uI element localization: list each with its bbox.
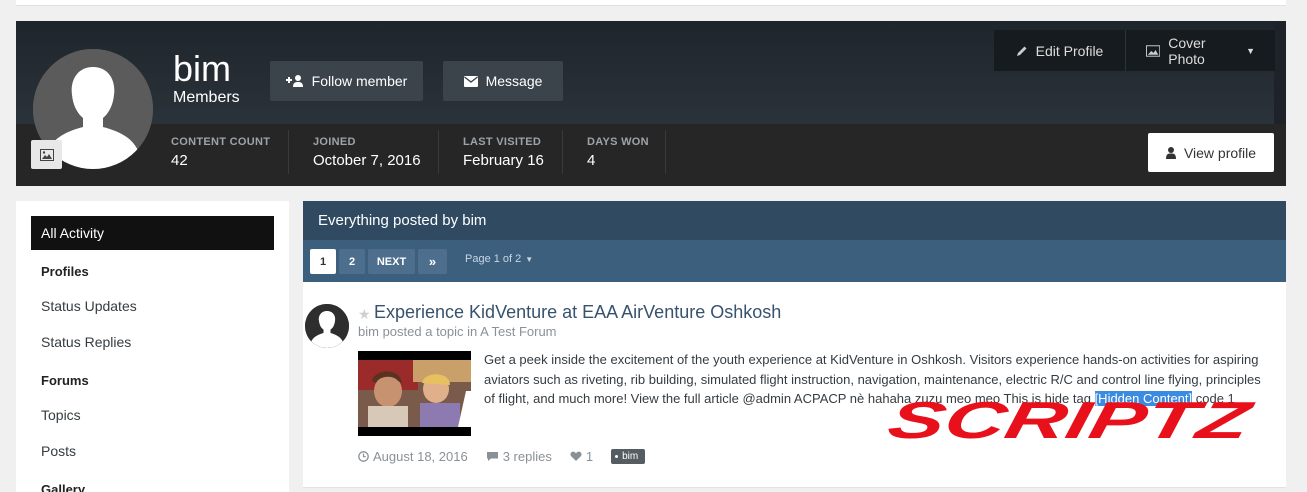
sidebar-item-all-activity[interactable]: All Activity <box>31 216 274 250</box>
cover-edge <box>1274 21 1286 124</box>
post-footer: August 18, 2016 3 replies 1 bim <box>358 449 646 464</box>
sidebar-item-status-updates[interactable]: Status Updates <box>41 298 137 314</box>
stat-divider <box>438 130 439 174</box>
pencil-icon <box>1016 46 1027 56</box>
post-reactions[interactable]: 1 <box>570 449 593 464</box>
activity-stream: Everything posted by bim 1 2 NEXT » Page… <box>303 201 1286 492</box>
post-forum-link[interactable]: A Test Forum <box>480 324 556 339</box>
post-tag[interactable]: bim <box>611 449 646 464</box>
profile-username: bim <box>173 48 232 89</box>
message-button[interactable]: Message <box>443 61 563 101</box>
cover-photo-label: Cover Photo <box>1168 34 1206 67</box>
last-page-button[interactable]: » <box>418 249 447 274</box>
post-date-text: August 18, 2016 <box>373 449 468 464</box>
video-thumbnail-image <box>358 351 471 436</box>
message-label: Message <box>485 73 543 89</box>
tag-dot <box>615 455 619 458</box>
page-2-button[interactable]: 2 <box>339 249 365 274</box>
post-thumbnail[interactable] <box>358 351 471 436</box>
author-avatar[interactable] <box>305 304 349 348</box>
stat-value: 4 <box>587 152 596 169</box>
post-title-link[interactable]: Experience KidVenture at EAA AirVenture … <box>374 302 781 323</box>
sidebar-group-profiles: Profiles <box>41 264 89 279</box>
image-icon <box>39 148 54 161</box>
caret-down-icon: ▼ <box>1246 45 1255 56</box>
stat-divider <box>562 130 563 174</box>
sidebar-group-gallery: Gallery <box>41 482 86 492</box>
sidebar-item-posts[interactable]: Posts <box>41 443 76 459</box>
sidebar-item-status-replies[interactable]: Status Replies <box>41 334 131 350</box>
activity-item: ★ Experience KidVenture at EAA AirVentur… <box>303 282 1286 488</box>
post-meta: bim posted a topic in A Test Forum <box>358 324 557 339</box>
sidebar-group-forums: Forums <box>41 373 89 388</box>
stat-divider <box>288 130 289 174</box>
follow-member-label: Follow member <box>311 73 408 89</box>
change-photo-button[interactable] <box>31 140 62 169</box>
post-tag-label: bim <box>622 451 639 462</box>
cover-photo-button[interactable]: Cover Photo ▼ <box>1125 30 1275 71</box>
clock-icon <box>358 451 369 462</box>
top-strip <box>16 0 1286 6</box>
stat-days-won: DAYS WON 4 <box>587 136 649 176</box>
follow-member-button[interactable]: Follow member <box>270 61 423 101</box>
caret-down-icon: ▼ <box>525 254 534 264</box>
page-jump-dropdown[interactable]: Page 1 of 2 ▼ <box>465 253 533 265</box>
post-replies[interactable]: 3 replies <box>486 449 552 464</box>
view-profile-label: View profile <box>1183 144 1257 161</box>
profile-header: bim Members Follow member Message Edit P… <box>16 21 1286 186</box>
user-plus-icon <box>285 75 303 87</box>
stat-value: February 16 <box>463 152 544 169</box>
page-title: Everything posted by bim <box>303 201 1286 240</box>
pagination-bar: 1 2 NEXT » Page 1 of 2 ▼ <box>303 240 1286 282</box>
profile-tools: Edit Profile Cover Photo ▼ <box>994 30 1275 71</box>
stat-label: CONTENT COUNT <box>171 136 271 148</box>
image-icon <box>1146 44 1161 57</box>
post-date[interactable]: August 18, 2016 <box>358 449 468 464</box>
star-icon: ★ <box>358 306 371 322</box>
stat-divider <box>665 130 666 174</box>
stat-content-count: CONTENT COUNT 42 <box>171 136 270 176</box>
stat-label: DAYS WON <box>587 136 649 148</box>
stat-last-visited: LAST VISITED February 16 <box>463 136 544 176</box>
envelope-icon <box>463 75 478 87</box>
post-excerpt: Get a peek inside the excitement of the … <box>484 352 1261 387</box>
sidebar-item-topics[interactable]: Topics <box>41 407 81 423</box>
activity-sidebar: All Activity Profiles Status Updates Sta… <box>16 201 289 492</box>
scriptz-watermark-logo: SCRIPTZ <box>883 398 1256 444</box>
watermark-text: SCRIPTZ <box>883 398 1256 444</box>
user-icon <box>1165 146 1176 159</box>
view-profile-button[interactable]: View profile <box>1148 133 1274 172</box>
stat-label: LAST VISITED <box>463 136 542 148</box>
page-1-button[interactable]: 1 <box>310 249 336 274</box>
profile-usergroup: Members <box>173 89 240 106</box>
post-author-link[interactable]: bim <box>358 324 379 339</box>
post-replies-text: 3 replies <box>502 449 552 464</box>
default-avatar-silhouette <box>305 304 349 348</box>
post-action-text: posted a topic in <box>382 324 478 339</box>
stat-value: 42 <box>171 152 188 169</box>
page-info-label: Page 1 of 2 <box>465 253 522 265</box>
stat-value: October 7, 2016 <box>313 152 421 169</box>
comment-icon <box>486 452 498 461</box>
post-reactions-count: 1 <box>585 449 594 464</box>
edit-profile-button[interactable]: Edit Profile <box>994 30 1125 71</box>
next-page-button[interactable]: NEXT <box>368 249 415 274</box>
edit-profile-label: Edit Profile <box>1035 42 1104 59</box>
heart-icon <box>570 451 582 461</box>
stat-label: JOINED <box>313 136 356 148</box>
stat-joined: JOINED October 7, 2016 <box>313 136 421 176</box>
